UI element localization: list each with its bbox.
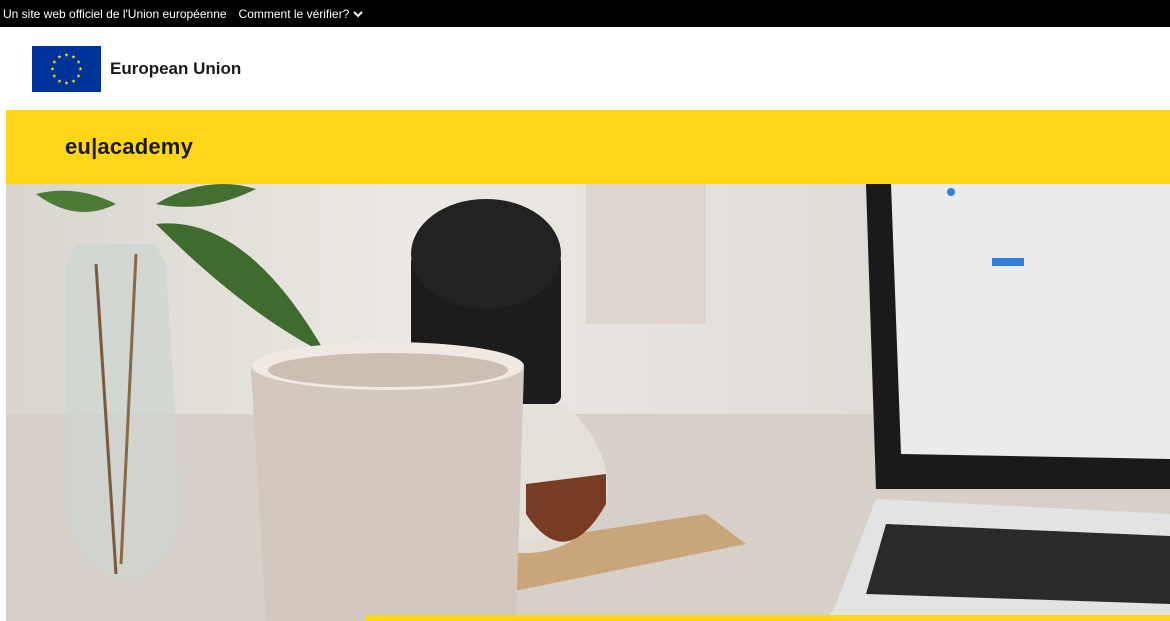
- eu-identity-header: European Union: [0, 27, 1170, 110]
- eu-flag-icon[interactable]: [32, 46, 101, 92]
- flag-star: [57, 78, 62, 83]
- hero-content-panel: [365, 615, 1170, 621]
- academy-header-band: eu|academy: [6, 110, 1170, 184]
- flag-star: [71, 78, 76, 83]
- flag-star: [57, 54, 62, 59]
- eu-name[interactable]: European Union: [110, 59, 241, 79]
- flag-star: [76, 59, 81, 64]
- hero-image: [6, 184, 1170, 621]
- academy-logo[interactable]: eu|academy: [65, 134, 193, 160]
- flag-star: [64, 80, 69, 85]
- flag-star: [78, 66, 83, 71]
- chevron-down-icon: [353, 7, 363, 21]
- flag-star: [52, 59, 57, 64]
- verify-link[interactable]: Comment le vérifier?: [239, 7, 364, 21]
- flag-star: [50, 66, 55, 71]
- flag-star: [76, 73, 81, 78]
- flag-star: [52, 73, 57, 78]
- official-site-text: Un site web officiel de l'Union européen…: [3, 6, 227, 21]
- verify-link-label: Comment le vérifier?: [238, 6, 350, 21]
- flag-star: [71, 54, 76, 59]
- official-eu-banner: Un site web officiel de l'Union européen…: [0, 0, 1170, 27]
- flag-star: [64, 52, 69, 57]
